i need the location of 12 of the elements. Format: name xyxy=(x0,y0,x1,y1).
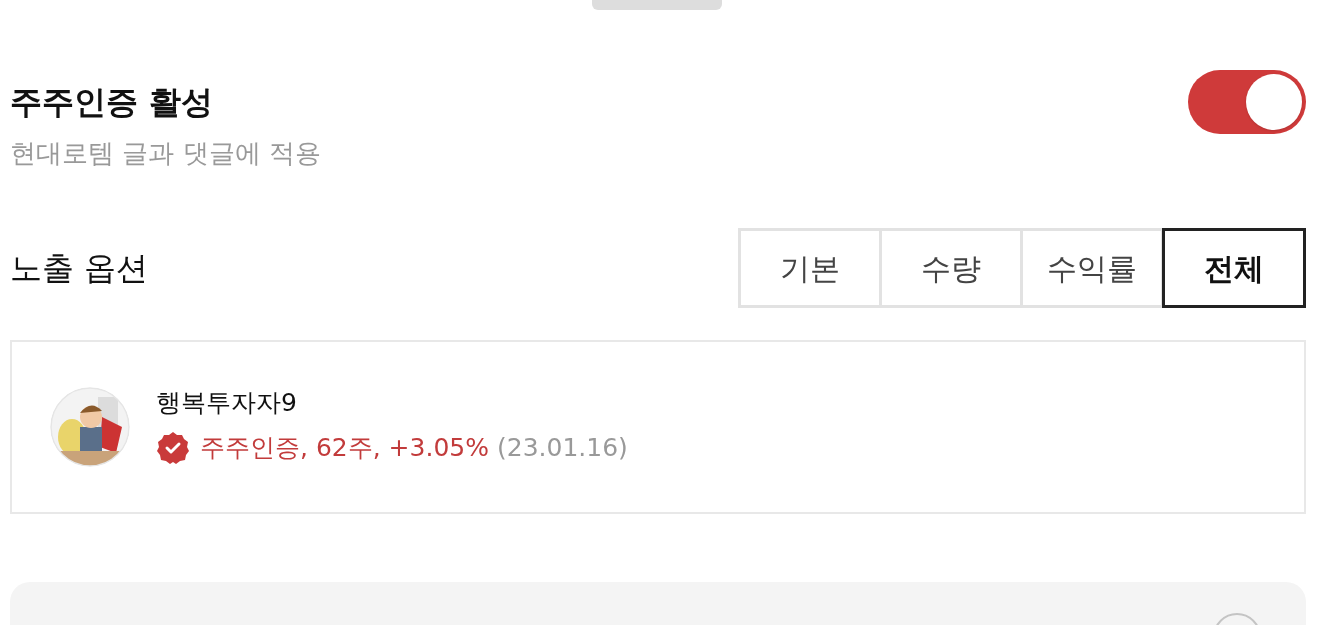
drag-handle[interactable] xyxy=(592,0,722,10)
setting-title: 주주인증 활성 xyxy=(10,82,215,122)
option-tab[interactable]: 기본 xyxy=(738,228,882,308)
verified-badge-icon xyxy=(156,431,190,465)
option-tab[interactable]: 수량 xyxy=(879,228,1023,308)
option-tab[interactable]: 전체 xyxy=(1162,228,1306,308)
section-label: 노출 옵션 xyxy=(10,248,149,289)
username: 행복투자자9 xyxy=(156,387,298,420)
option-tab[interactable]: 수익률 xyxy=(1020,228,1164,308)
shareholder-info: 주주인증, 62주, +3.05% xyxy=(200,432,489,465)
verification-date: (23.01.16) xyxy=(496,432,628,465)
setting-description: 현대로템 글과 댓글에 적용 xyxy=(10,137,321,170)
